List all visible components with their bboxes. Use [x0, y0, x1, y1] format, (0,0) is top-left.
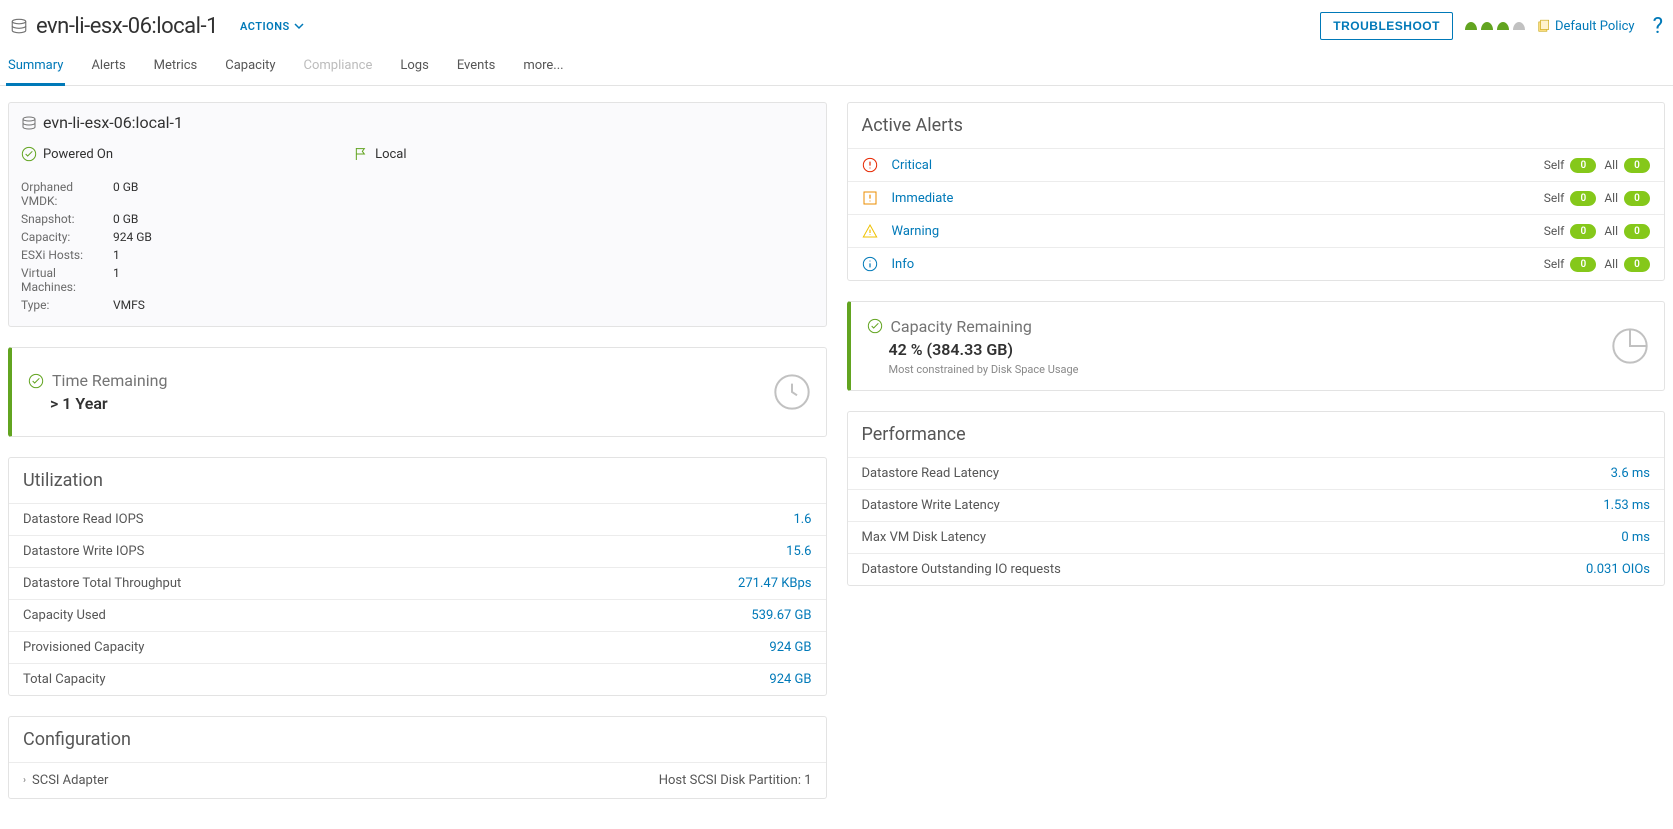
utilization-title: Utilization [9, 458, 826, 503]
metric-row: Datastore Read Latency3.6 ms [848, 457, 1665, 489]
summary-prop: ESXi Hosts:1 [21, 246, 814, 264]
summary-title: evn-li-esx-06:local-1 [43, 113, 183, 132]
utilization-card: Utilization Datastore Read IOPS1.6Datast… [8, 457, 827, 696]
metric-row: Max VM Disk Latency0 ms [848, 521, 1665, 553]
powered-on-status: Powered On [21, 146, 113, 162]
badge-green-2 [1481, 22, 1493, 30]
tab-summary[interactable]: Summary [6, 50, 65, 86]
capacity-remaining-card: Capacity Remaining 42 % (384.33 GB) Most… [847, 301, 1666, 391]
actions-dropdown[interactable]: ACTIONS [240, 20, 304, 33]
pie-icon [1610, 326, 1650, 366]
badge-green-3 [1497, 22, 1509, 30]
tab-logs[interactable]: Logs [398, 50, 430, 85]
critical-icon [862, 157, 878, 173]
alert-row-info: InfoSelf0All0 [848, 247, 1665, 280]
default-policy-link[interactable]: Default Policy [1537, 19, 1635, 34]
metric-value-link[interactable]: 1.6 [793, 512, 811, 527]
config-scsi-adapter[interactable]: › SCSI Adapter [23, 773, 108, 788]
page-title: evn-li-esx-06:local-1 [36, 14, 218, 39]
help-icon[interactable]: ? [1653, 14, 1663, 39]
metric-value-link[interactable]: 924 GB [769, 640, 811, 655]
metric-value-link[interactable]: 539.67 GB [751, 608, 811, 623]
configuration-title: Configuration [9, 717, 826, 762]
alert-immediate-link[interactable]: Immediate [892, 191, 954, 206]
check-circle-icon [21, 146, 37, 162]
metric-value-link[interactable]: 1.53 ms [1603, 498, 1650, 513]
metric-row: Datastore Read IOPS1.6 [9, 503, 826, 535]
chevron-right-icon: › [23, 775, 26, 786]
active-alerts-card: Active Alerts CriticalSelf0All0Immediate… [847, 102, 1666, 281]
metric-row: Provisioned Capacity924 GB [9, 631, 826, 663]
flag-icon [353, 146, 369, 162]
metric-row: Capacity Used539.67 GB [9, 599, 826, 631]
tabs: Summary Alerts Metrics Capacity Compliance Lo… [0, 46, 1673, 86]
alert-critical-link[interactable]: Critical [892, 158, 932, 173]
alert-all-count: 0 [1624, 191, 1650, 206]
chevron-down-icon [294, 21, 304, 31]
summary-prop: Snapshot:0 GB [21, 210, 814, 228]
metric-row: Datastore Write Latency1.53 ms [848, 489, 1665, 521]
summary-prop: Orphaned VMDK:0 GB [21, 178, 814, 210]
time-remaining-value: > 1 Year [28, 394, 167, 413]
metric-value-link[interactable]: 3.6 ms [1611, 466, 1650, 481]
alert-row-immediate: ImmediateSelf0All0 [848, 181, 1665, 214]
alert-row-critical: CriticalSelf0All0 [848, 148, 1665, 181]
metric-value-link[interactable]: 0.031 OIOs [1586, 562, 1650, 577]
tab-alerts[interactable]: Alerts [89, 50, 127, 85]
tab-more[interactable]: more... [521, 50, 565, 85]
warning-icon [862, 223, 878, 239]
check-circle-icon [867, 318, 883, 334]
immediate-icon [862, 190, 878, 206]
check-circle-icon [28, 373, 44, 389]
alert-self-count: 0 [1570, 224, 1596, 239]
alert-self-count: 0 [1570, 257, 1596, 272]
metric-row: Datastore Write IOPS15.6 [9, 535, 826, 567]
health-badges [1465, 22, 1525, 30]
summary-properties: Orphaned VMDK:0 GBSnapshot:0 GBCapacity:… [9, 172, 826, 326]
clock-icon [772, 372, 812, 412]
metric-value-link[interactable]: 924 GB [769, 672, 811, 687]
summary-prop: Type:VMFS [21, 296, 814, 314]
alert-self-count: 0 [1570, 158, 1596, 173]
summary-prop: Capacity:924 GB [21, 228, 814, 246]
badge-gray [1513, 22, 1525, 30]
datastore-icon [21, 115, 37, 131]
page-header: evn-li-esx-06:local-1 ACTIONS TROUBLESHO… [0, 0, 1673, 46]
config-scsi-value: Host SCSI Disk Partition: 1 [659, 773, 812, 788]
configuration-card: Configuration › SCSI Adapter Host SCSI D… [8, 716, 827, 799]
alert-info-link[interactable]: Info [892, 257, 915, 272]
badge-green-1 [1465, 22, 1477, 30]
alerts-title: Active Alerts [848, 103, 1665, 148]
metric-value-link[interactable]: 15.6 [786, 544, 811, 559]
time-remaining-card: Time Remaining > 1 Year [8, 347, 827, 437]
troubleshoot-button[interactable]: TROUBLESHOOT [1320, 12, 1453, 40]
datastore-icon [10, 17, 28, 35]
performance-title: Performance [848, 412, 1665, 457]
tab-events[interactable]: Events [455, 50, 497, 85]
policy-icon [1537, 19, 1551, 33]
alert-all-count: 0 [1624, 257, 1650, 272]
metric-value-link[interactable]: 271.47 KBps [738, 576, 811, 591]
summary-card: evn-li-esx-06:local-1 Powered On Local O… [8, 102, 827, 327]
metric-value-link[interactable]: 0 ms [1621, 530, 1650, 545]
tab-metrics[interactable]: Metrics [152, 50, 200, 85]
summary-prop: Virtual Machines:1 [21, 264, 814, 296]
alert-all-count: 0 [1624, 224, 1650, 239]
tab-compliance: Compliance [302, 50, 375, 85]
capacity-remaining-value: 42 % (384.33 GB) [867, 340, 1079, 359]
metric-row: Datastore Outstanding IO requests0.031 O… [848, 553, 1665, 585]
local-status: Local [353, 146, 406, 162]
performance-card: Performance Datastore Read Latency3.6 ms… [847, 411, 1666, 586]
metric-row: Total Capacity924 GB [9, 663, 826, 695]
alert-self-count: 0 [1570, 191, 1596, 206]
alert-all-count: 0 [1624, 158, 1650, 173]
alert-row-warning: WarningSelf0All0 [848, 214, 1665, 247]
tab-capacity[interactable]: Capacity [223, 50, 277, 85]
metric-row: Datastore Total Throughput271.47 KBps [9, 567, 826, 599]
capacity-remaining-sub: Most constrained by Disk Space Usage [867, 363, 1079, 376]
alert-warning-link[interactable]: Warning [892, 224, 940, 239]
info-icon [862, 256, 878, 272]
